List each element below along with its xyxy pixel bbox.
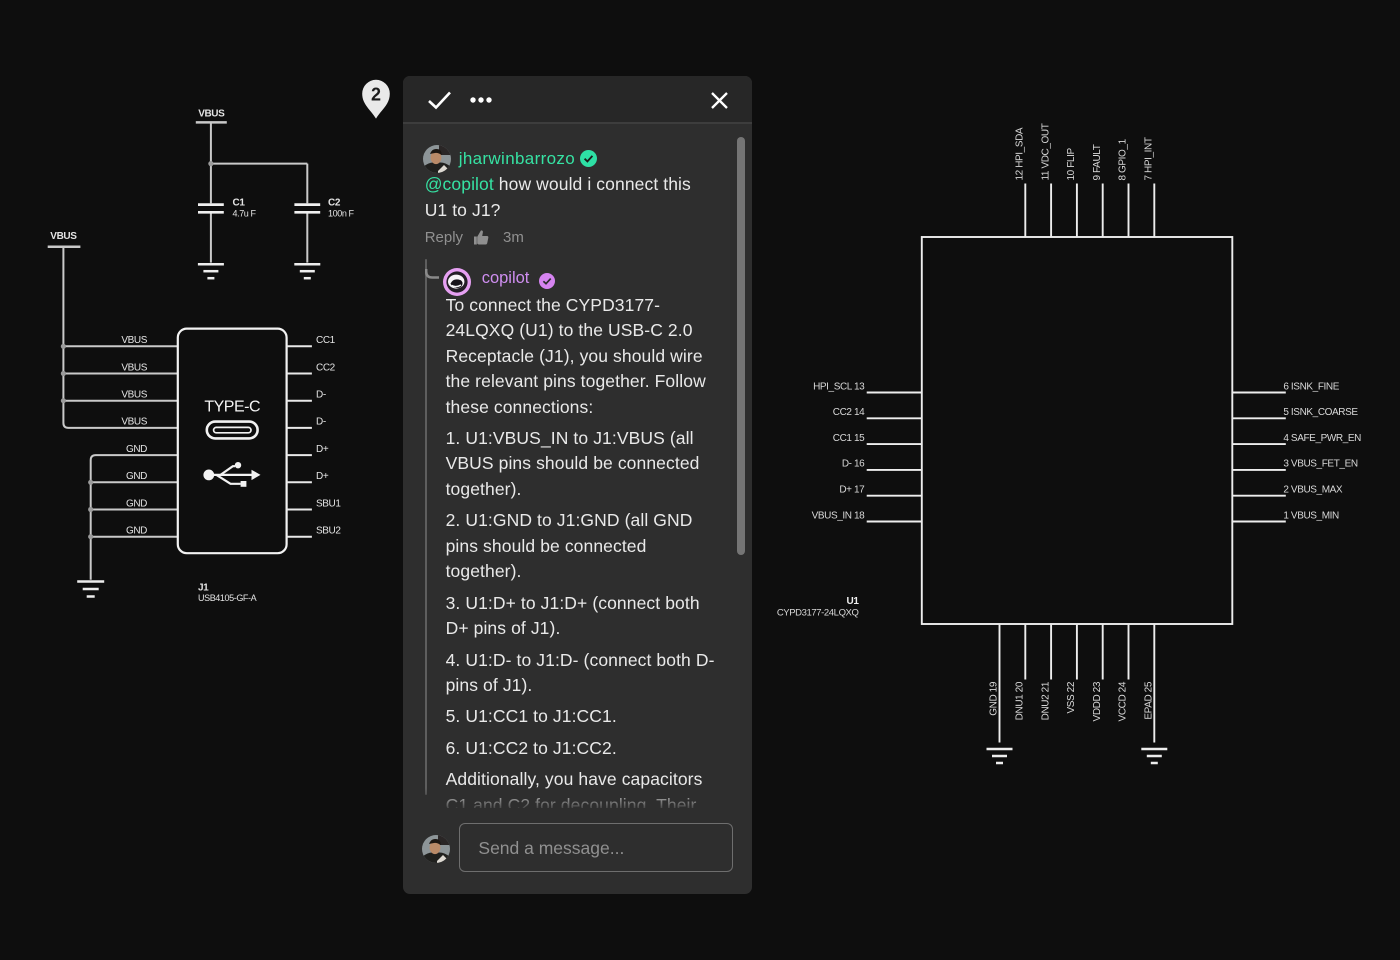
svg-text:4 SAFE_PWR_EN: 4 SAFE_PWR_EN xyxy=(1283,433,1361,444)
svg-text:4.7u F: 4.7u F xyxy=(233,209,257,219)
svg-text:100n F: 100n F xyxy=(328,209,355,219)
svg-text:8 GPIO_1: 8 GPIO_1 xyxy=(1118,138,1129,180)
svg-text:TYPE-C: TYPE-C xyxy=(204,398,260,415)
svg-text:GND 19: GND 19 xyxy=(989,681,1000,716)
svg-text:D-: D- xyxy=(316,390,326,401)
svg-text:CC1: CC1 xyxy=(316,335,336,346)
svg-text:D+ 17: D+ 17 xyxy=(839,485,865,496)
svg-text:GND: GND xyxy=(126,526,147,537)
svg-text:SBU1: SBU1 xyxy=(316,498,341,509)
svg-text:GND: GND xyxy=(126,498,147,509)
svg-text:VBUS: VBUS xyxy=(50,231,77,242)
svg-text:1 VBUS_MIN: 1 VBUS_MIN xyxy=(1283,510,1339,521)
svg-text:VBUS: VBUS xyxy=(121,362,147,373)
svg-text:VSS 22: VSS 22 xyxy=(1066,681,1077,713)
svg-text:VBUS: VBUS xyxy=(121,335,147,346)
svg-text:C2: C2 xyxy=(328,197,341,208)
svg-text:C1: C1 xyxy=(233,197,246,208)
svg-text:CC1 15: CC1 15 xyxy=(833,433,865,444)
svg-text:VBUS: VBUS xyxy=(121,417,147,428)
svg-text:SBU2: SBU2 xyxy=(316,526,341,537)
svg-text:EPAD 25: EPAD 25 xyxy=(1144,681,1155,719)
svg-text:CC2 14: CC2 14 xyxy=(833,407,865,418)
svg-text:VBUS_IN 18: VBUS_IN 18 xyxy=(812,510,866,521)
svg-text:11 VDC_OUT: 11 VDC_OUT xyxy=(1040,123,1051,180)
svg-text:5 ISNK_COARSE: 5 ISNK_COARSE xyxy=(1283,407,1358,418)
svg-text:12 HPI_SDA: 12 HPI_SDA xyxy=(1015,127,1026,180)
svg-text:USB4105-GF-A: USB4105-GF-A xyxy=(198,593,257,603)
svg-text:GND: GND xyxy=(126,471,147,482)
svg-text:VCCD 24: VCCD 24 xyxy=(1118,681,1129,721)
svg-text:D+: D+ xyxy=(316,444,329,455)
svg-text:DNU1 20: DNU1 20 xyxy=(1015,681,1026,720)
svg-text:CC2: CC2 xyxy=(316,362,336,373)
svg-text:9 FAULT: 9 FAULT xyxy=(1092,144,1103,180)
svg-text:2 VBUS_MAX: 2 VBUS_MAX xyxy=(1283,485,1343,496)
svg-text:3 VBUS_FET_EN: 3 VBUS_FET_EN xyxy=(1283,459,1357,470)
svg-text:D+: D+ xyxy=(316,471,329,482)
svg-text:D-: D- xyxy=(316,417,326,428)
svg-text:VDDD 23: VDDD 23 xyxy=(1092,681,1103,721)
svg-text:D- 16: D- 16 xyxy=(842,459,865,470)
svg-text:J1: J1 xyxy=(198,582,209,593)
svg-text:GND: GND xyxy=(126,444,147,455)
svg-text:2: 2 xyxy=(371,85,381,105)
svg-text:VBUS: VBUS xyxy=(121,390,147,401)
svg-text:6 ISNK_FINE: 6 ISNK_FINE xyxy=(1283,381,1339,392)
svg-text:VBUS: VBUS xyxy=(198,108,225,119)
svg-text:10 FLIP: 10 FLIP xyxy=(1066,148,1077,181)
svg-text:CYPD3177-24LQXQ: CYPD3177-24LQXQ xyxy=(777,608,859,619)
svg-text:DNU2 21: DNU2 21 xyxy=(1040,681,1051,720)
svg-text:U1: U1 xyxy=(847,596,860,607)
svg-text:HPI_SCL 13: HPI_SCL 13 xyxy=(813,381,865,392)
svg-text:7 HPI_INT: 7 HPI_INT xyxy=(1144,137,1155,180)
